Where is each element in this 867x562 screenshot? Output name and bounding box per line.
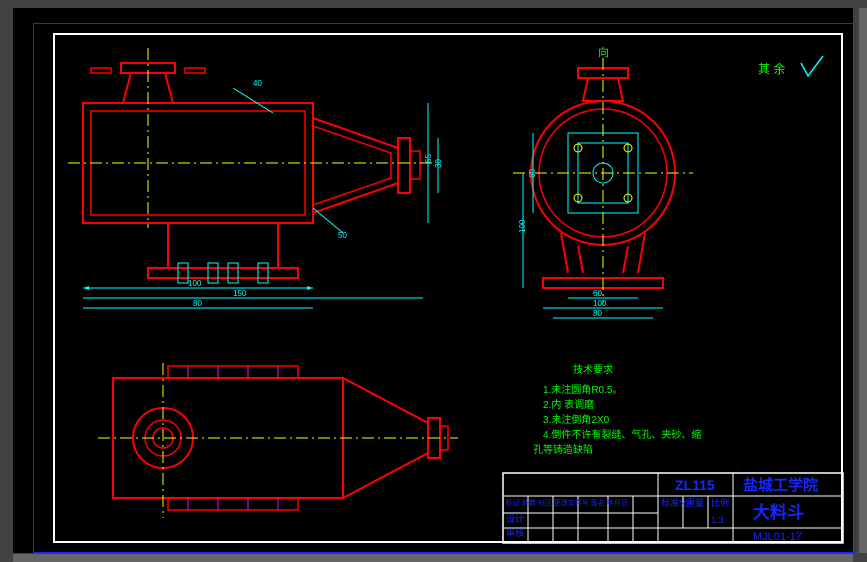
svg-text:60: 60 — [593, 289, 602, 298]
svg-text:150: 150 — [233, 289, 247, 298]
view-label: 向 — [598, 45, 609, 59]
tech-line-4: 4.倒件不许有裂缝、气孔、夹砂、缩 — [543, 428, 701, 441]
svg-text:30: 30 — [434, 159, 443, 168]
svg-text:审核: 审核 — [506, 527, 524, 538]
part-name: 大料斗 — [753, 502, 804, 522]
tech-requirements: 技术要求 1.未注圆角R0.5。 2.内 表调磨 3.未注倒角2X0 4.倒件不… — [533, 363, 701, 456]
svg-text:50: 50 — [338, 231, 347, 240]
svg-text:标准化: 标准化 — [661, 497, 688, 508]
svg-text:65: 65 — [424, 154, 433, 163]
drawing-no: MJL01-17 — [753, 531, 802, 543]
svg-text:设计: 设计 — [506, 513, 524, 524]
front-view — [513, 58, 693, 318]
svg-text:80: 80 — [193, 299, 202, 308]
svg-text:100: 100 — [188, 279, 202, 288]
tech-line-5: 孔等铸造缺陷 — [533, 443, 593, 456]
surface-text: 其 余 — [758, 61, 785, 76]
cad-canvas[interactable]: 技术要求 1.未注圆角R0.5。 2.内 表调磨 3.未注倒角2X0 4.倒件不… — [13, 8, 853, 553]
title-block: ZL115 盐城工学院 大料斗 MJL01-17 1:3 标记 处数 分区 更改… — [503, 473, 843, 543]
tech-line-1: 1.未注圆角R0.5。 — [543, 383, 622, 396]
svg-text:80: 80 — [593, 309, 602, 318]
tech-line-2: 2.内 表调磨 — [543, 398, 594, 411]
svg-text:40: 40 — [253, 79, 262, 88]
header-labels: 标记 处数 分区 更改文件号 签名 年月日 — [506, 498, 628, 507]
horizontal-scrollbar[interactable] — [13, 554, 853, 562]
svg-text:60: 60 — [528, 169, 537, 178]
svg-text:100: 100 — [593, 299, 607, 308]
svg-text:100: 100 — [518, 219, 527, 233]
svg-text:比例: 比例 — [711, 497, 729, 508]
product-code: ZL115 — [675, 477, 715, 493]
tech-line-3: 3.未注倒角2X0 — [543, 413, 610, 426]
vertical-scrollbar[interactable] — [859, 8, 867, 553]
top-view — [98, 363, 458, 518]
svg-text:重量: 重量 — [686, 497, 704, 508]
scale: 1:3 — [711, 515, 724, 525]
surface-finish: 其 余 — [758, 56, 823, 76]
institution: 盐城工学院 — [743, 476, 818, 494]
drawing-svg: 技术要求 1.未注圆角R0.5。 2.内 表调磨 3.未注倒角2X0 4.倒件不… — [13, 8, 853, 553]
tech-title: 技术要求 — [573, 363, 613, 376]
